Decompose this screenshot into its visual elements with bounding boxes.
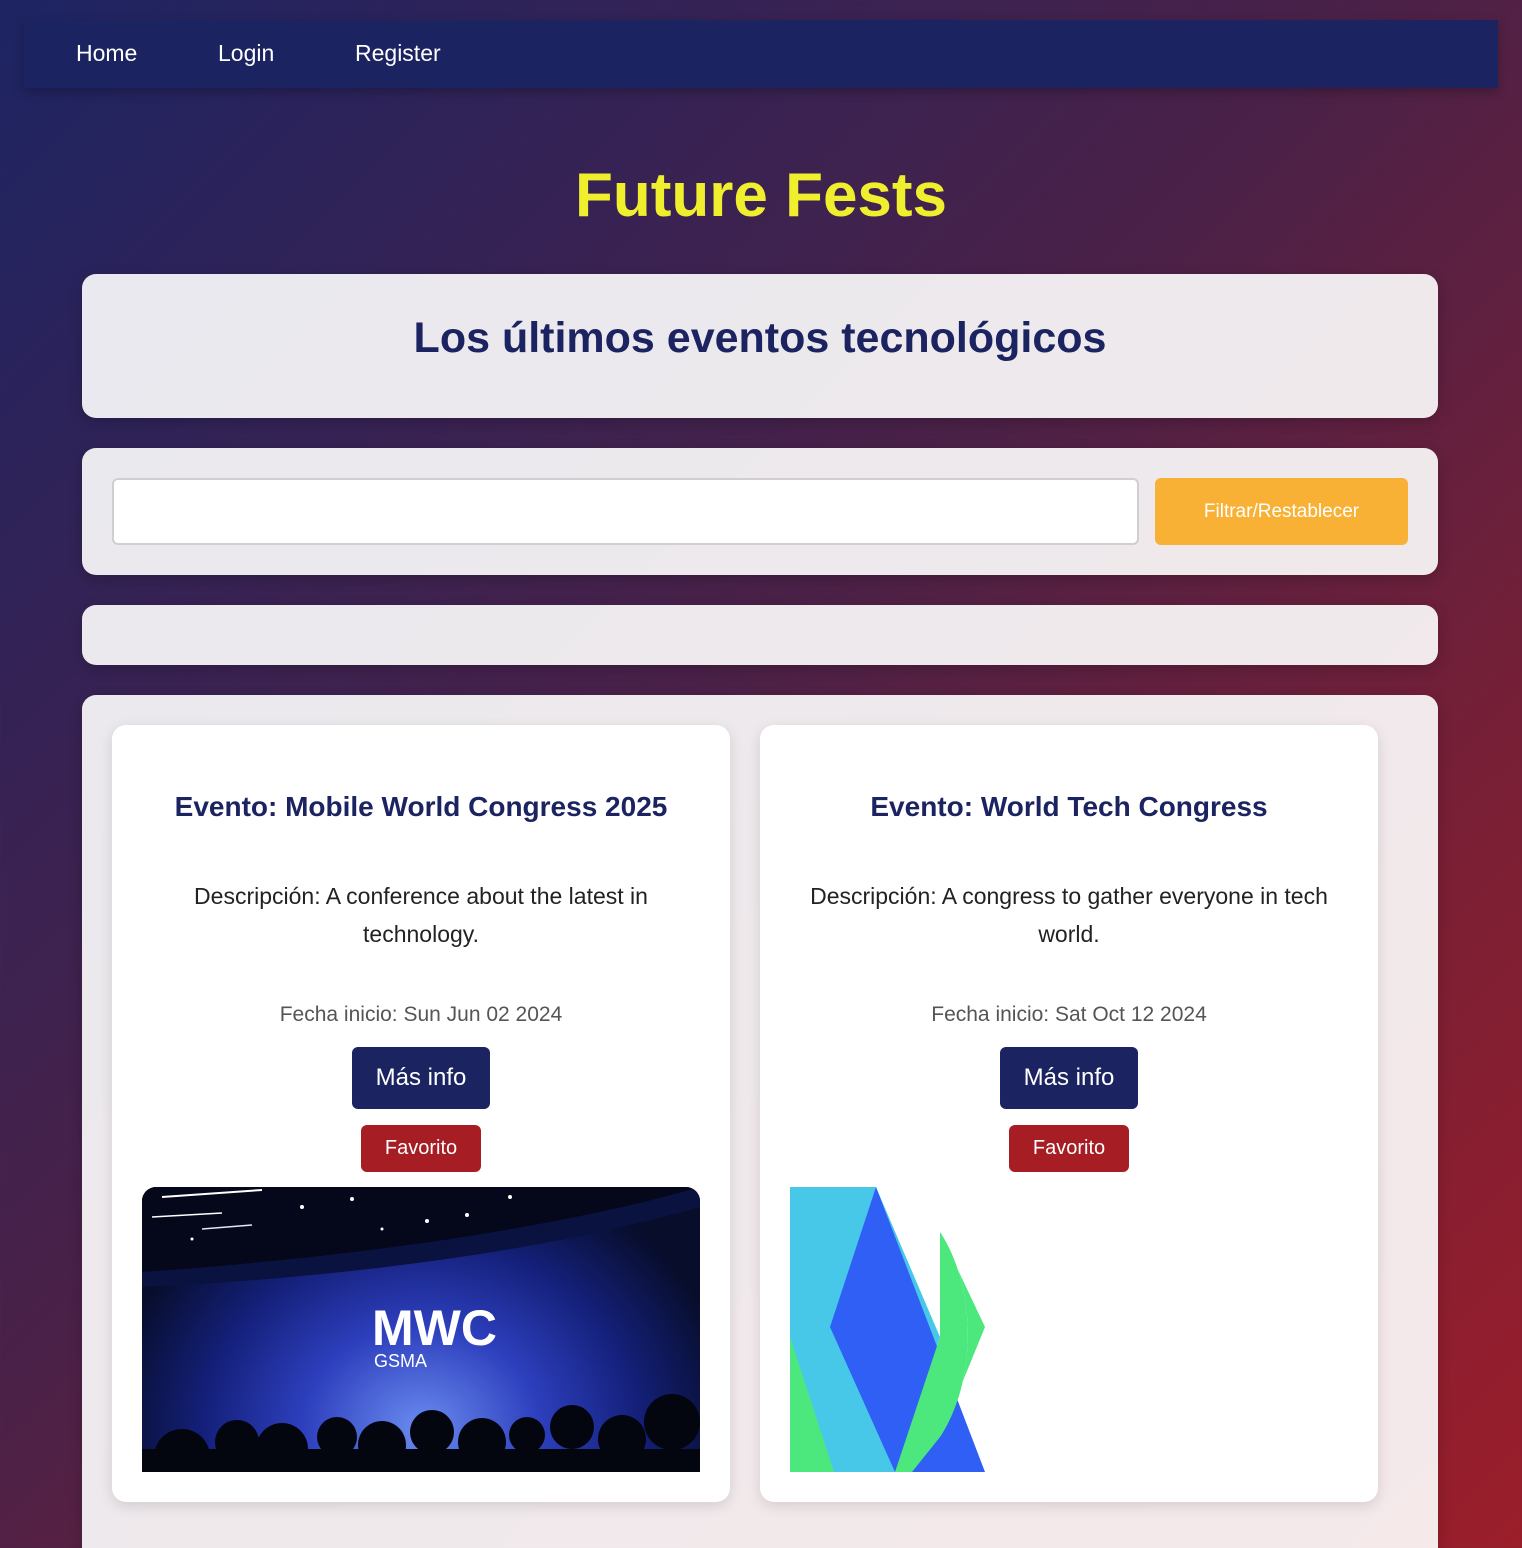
- filter-reset-button[interactable]: Filtrar/Restablecer: [1155, 478, 1408, 545]
- event-description: Descripción: A conference about the late…: [194, 883, 648, 947]
- nav-link-home[interactable]: Home: [76, 40, 137, 67]
- nav-link-register[interactable]: Register: [355, 40, 441, 67]
- event-image: MWC GSMA: [142, 1187, 700, 1472]
- event-description: Descripción: A congress to gather everyo…: [810, 883, 1328, 947]
- event-card: Evento: Mobile World Congress 2025 Descr…: [112, 725, 730, 1502]
- more-info-button[interactable]: Más info: [1000, 1047, 1138, 1109]
- filter-panel: Filtrar/Restablecer: [82, 448, 1438, 575]
- results-message-panel: [82, 605, 1438, 665]
- event-title: Evento: Mobile World Congress 2025: [174, 791, 668, 822]
- events-panel: Evento: Mobile World Congress 2025 Descr…: [82, 695, 1438, 1548]
- navbar: Home Login Register: [24, 20, 1498, 88]
- favorite-button[interactable]: Favorito: [361, 1125, 481, 1172]
- event-card: Evento: World Tech Congress Descripción:…: [760, 725, 1378, 1502]
- mwc-logo-text: MWC: [372, 1300, 497, 1356]
- hero-heading: Los últimos eventos tecnológicos: [413, 314, 1107, 362]
- event-image: [790, 1187, 1348, 1472]
- nav-link-login[interactable]: Login: [218, 40, 274, 67]
- mwc-stage-illustration: MWC GSMA: [142, 1187, 700, 1472]
- world-tech-logo-icon: [790, 1187, 985, 1472]
- event-date: Fecha inicio: Sat Oct 12 2024: [931, 1003, 1207, 1026]
- event-title: Evento: World Tech Congress: [870, 791, 1268, 822]
- hero-panel: Los últimos eventos tecnológicos: [82, 274, 1438, 418]
- filter-input[interactable]: [112, 478, 1139, 545]
- favorite-button[interactable]: Favorito: [1009, 1125, 1129, 1172]
- gsma-logo-text: GSMA: [374, 1351, 427, 1371]
- site-title: Future Fests: [574, 161, 948, 230]
- event-date: Fecha inicio: Sun Jun 02 2024: [279, 1003, 563, 1026]
- more-info-button[interactable]: Más info: [352, 1047, 490, 1109]
